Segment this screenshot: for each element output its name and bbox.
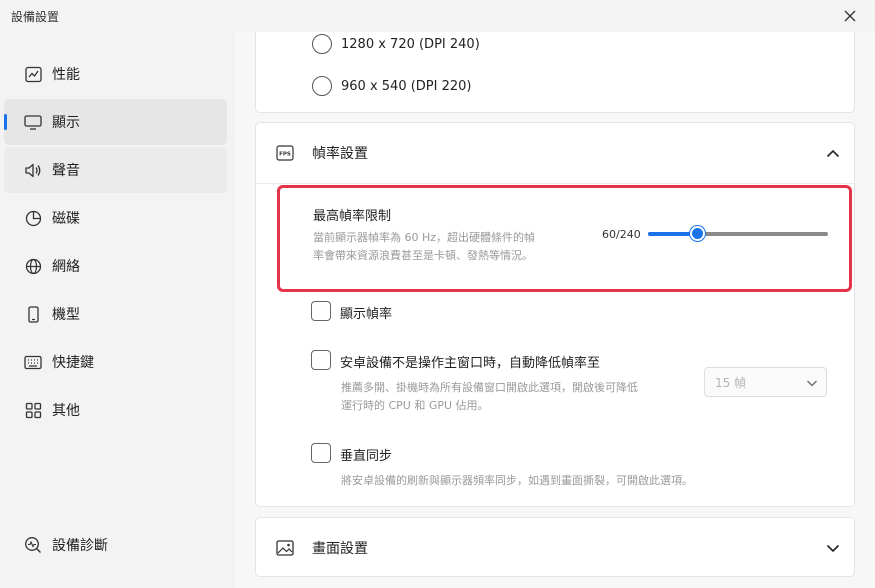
max-fps-description: 當前顯示器幀率為 60 Hz，超出硬體條件的幀 率會帶來資源浪費甚至是卡頓、發熱… <box>313 229 583 265</box>
image-icon <box>276 539 294 557</box>
speaker-icon <box>24 161 42 179</box>
sidebar-item-label: 設備診斷 <box>52 538 108 554</box>
phone-icon <box>24 305 42 323</box>
resolution-option-1280x720[interactable]: 1280 x 720 (DPI 240) <box>312 34 480 54</box>
vsync-checkbox[interactable] <box>311 443 331 463</box>
resolution-card: 1280 x 720 (DPI 240) 960 x 540 (DPI 220) <box>255 32 855 113</box>
display-section-title: 畫面設置 <box>312 541 368 557</box>
sidebar-item-other[interactable]: 其他 <box>4 387 227 433</box>
fps-icon: FPS <box>276 144 294 162</box>
svg-text:FPS: FPS <box>279 152 291 158</box>
title-bar: 設備設置 <box>0 0 875 32</box>
radio-button[interactable] <box>312 34 332 54</box>
sidebar-item-network[interactable]: 網絡 <box>4 243 227 289</box>
sidebar-item-label: 聲音 <box>52 163 80 179</box>
sidebar-item-performance[interactable]: 性能 <box>4 51 227 97</box>
desc-line: 運行時的 CPU 和 GPU 佔用。 <box>341 399 489 412</box>
window-title: 設備設置 <box>11 9 60 24</box>
sidebar-item-label: 快捷鍵 <box>52 355 94 371</box>
sidebar-item-sound[interactable]: 聲音 <box>4 147 227 193</box>
auto-reduce-checkbox[interactable] <box>311 350 331 370</box>
fps-section-title: 幀率設置 <box>312 146 368 162</box>
globe-icon <box>24 257 42 275</box>
sidebar-item-disk[interactable]: 磁碟 <box>4 195 227 241</box>
select-value: 15 幀 <box>715 375 747 390</box>
max-fps-title: 最高幀率限制 <box>313 209 392 224</box>
reduce-fps-select[interactable]: 15 幀 <box>704 367 827 397</box>
diagnostics-search-icon <box>24 536 42 554</box>
resolution-option-960x540[interactable]: 960 x 540 (DPI 220) <box>312 76 472 96</box>
sidebar-item-label: 顯示 <box>52 115 80 131</box>
desc-line: 當前顯示器幀率為 60 Hz，超出硬體條件的幀 <box>313 231 536 244</box>
sidebar-item-diagnostics[interactable]: 設備診斷 <box>4 522 227 568</box>
auto-reduce-label: 安卓設備不是操作主窗口時，自動降低幀率至 <box>340 356 601 371</box>
vsync-label: 垂直同步 <box>340 449 393 464</box>
fps-settings-card: FPS 幀率設置 最高幀率限制 當前顯示器幀率為 60 Hz，超出硬體條件的幀 … <box>255 122 855 507</box>
sidebar-item-label: 性能 <box>52 67 80 83</box>
sidebar-item-label: 其他 <box>52 403 80 419</box>
section-divider <box>256 183 854 184</box>
chevron-down-icon[interactable] <box>824 539 842 557</box>
close-button[interactable] <box>841 7 859 25</box>
max-fps-value: 60/240 <box>602 228 641 241</box>
sidebar-item-display[interactable]: 顯示 <box>4 99 227 145</box>
sidebar-item-label: 磁碟 <box>52 211 80 227</box>
chevron-down-icon <box>806 376 818 390</box>
monitor-icon <box>24 113 42 131</box>
display-settings-card: 畫面設置 <box>255 517 855 577</box>
sidebar-item-model[interactable]: 機型 <box>4 291 227 337</box>
sidebar-item-label: 網絡 <box>52 259 80 275</box>
sidebar-item-label: 機型 <box>52 307 80 323</box>
close-icon <box>844 10 856 22</box>
show-fps-label: 顯示幀率 <box>340 307 393 322</box>
display-section-header[interactable]: 畫面設置 <box>256 518 854 578</box>
slider-thumb[interactable] <box>690 226 705 241</box>
radio-button[interactable] <box>312 76 332 96</box>
fps-section-header[interactable]: FPS 幀率設置 <box>256 123 854 183</box>
performance-chart-icon <box>24 65 42 83</box>
vsync-description: 將安卓設備的刷新與顯示器頻率同步，如遇到畫面撕裂，可開啟此選項。 <box>341 474 693 487</box>
disk-pie-icon <box>24 209 42 227</box>
auto-reduce-description: 推薦多開、掛機時為所有設備窗口開啟此選項，開啟後可降低 運行時的 CPU 和 G… <box>341 379 681 415</box>
show-fps-checkbox[interactable] <box>311 301 331 321</box>
settings-content: 1280 x 720 (DPI 240) 960 x 540 (DPI 220)… <box>235 32 875 588</box>
chevron-up-icon[interactable] <box>824 144 842 162</box>
resolution-option-label: 960 x 540 (DPI 220) <box>341 78 472 94</box>
resolution-option-label: 1280 x 720 (DPI 240) <box>341 36 480 52</box>
grid-icon <box>24 401 42 419</box>
sidebar-item-shortcuts[interactable]: 快捷鍵 <box>4 339 227 385</box>
desc-line: 率會帶來資源浪費甚至是卡頓、發熱等情況。 <box>313 249 533 262</box>
sidebar: 性能 顯示 聲音 磁碟 網絡 機型 快捷鍵 其他 設備診斷 <box>0 32 235 588</box>
desc-line: 推薦多開、掛機時為所有設備窗口開啟此選項，開啟後可降低 <box>341 381 638 394</box>
keyboard-icon <box>24 353 42 371</box>
